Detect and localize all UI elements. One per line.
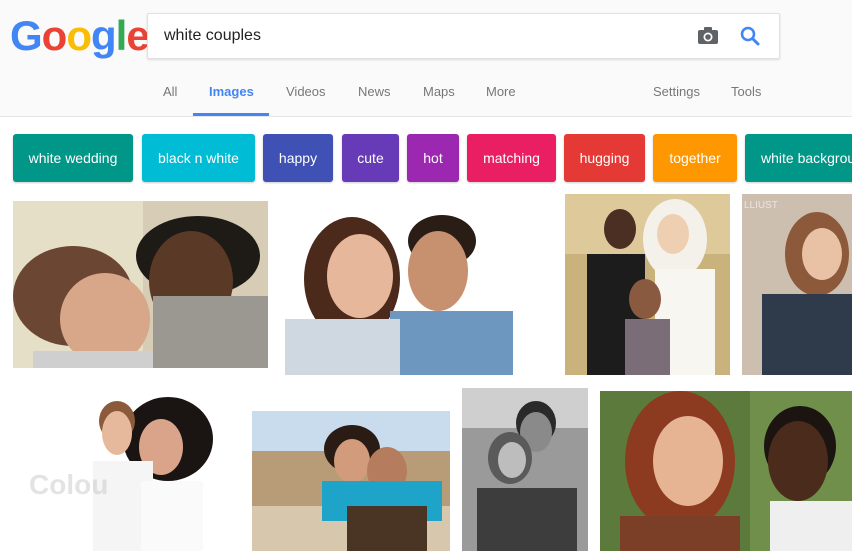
chip-hugging[interactable]: hugging — [564, 134, 645, 182]
chip-cute[interactable]: cute — [342, 134, 399, 182]
image-result-5[interactable]: Colou — [13, 391, 241, 551]
image-result-7[interactable] — [462, 388, 588, 551]
chip-hot[interactable]: hot — [407, 134, 459, 182]
header-bar: Google white couples All Images Videos N… — [0, 0, 852, 117]
active-tab-indicator — [193, 113, 269, 116]
tab-all[interactable]: All — [163, 84, 177, 99]
image-result-8[interactable] — [600, 391, 852, 551]
chip-white-wedding[interactable]: white wedding — [13, 134, 133, 182]
tab-tools[interactable]: Tools — [731, 84, 761, 99]
chip-black-n-white[interactable]: black n white — [142, 134, 255, 182]
google-logo[interactable]: Google — [10, 12, 150, 60]
image-result-2[interactable] — [280, 201, 513, 375]
image-result-6[interactable] — [252, 411, 450, 551]
chip-white-background[interactable]: white backgrou — [745, 134, 852, 182]
search-query-text[interactable]: white couples — [164, 27, 261, 45]
related-searches-chips: white wedding black n white happy cute h… — [0, 134, 852, 184]
tab-videos[interactable]: Videos — [286, 84, 326, 99]
search-tabs: All Images Videos News Maps More Setting… — [0, 72, 852, 116]
chip-happy[interactable]: happy — [263, 134, 333, 182]
logo-letter: o — [66, 12, 92, 59]
tab-news[interactable]: News — [358, 84, 391, 99]
image-watermark: Colou — [29, 469, 109, 500]
image-result-1[interactable] — [13, 201, 268, 368]
chip-matching[interactable]: matching — [467, 134, 556, 182]
search-input[interactable]: white couples — [147, 13, 780, 59]
logo-letter: e — [126, 12, 149, 59]
chip-together[interactable]: together — [653, 134, 737, 182]
image-watermark: LLIUST — [744, 200, 778, 211]
image-result-3[interactable] — [565, 194, 730, 375]
tab-images[interactable]: Images — [209, 84, 254, 99]
logo-letter: g — [90, 12, 117, 59]
logo-letter: G — [10, 12, 43, 59]
magnifier-icon[interactable] — [738, 24, 762, 48]
logo-letter: o — [41, 12, 68, 59]
image-result-4[interactable]: LLIUST — [742, 194, 852, 375]
tab-settings[interactable]: Settings — [653, 84, 700, 99]
camera-icon[interactable] — [696, 24, 720, 48]
logo-letter: l — [115, 12, 128, 59]
tab-more[interactable]: More — [486, 84, 516, 99]
tab-maps[interactable]: Maps — [423, 84, 455, 99]
